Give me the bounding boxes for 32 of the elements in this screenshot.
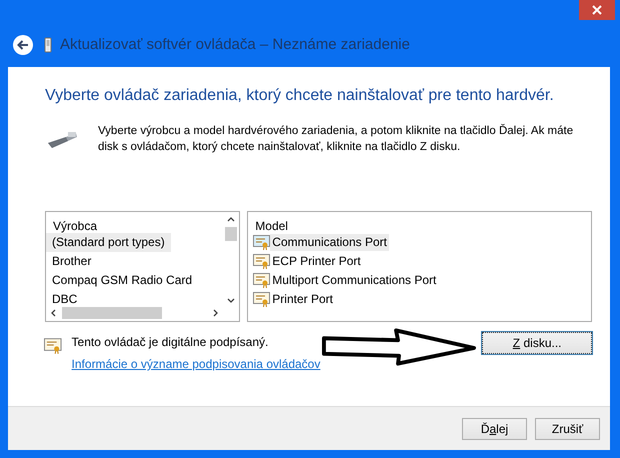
scrollbar-thumb[interactable] [225,227,238,241]
have-disk-button[interactable]: Z disku... [482,332,592,354]
model-list[interactable]: Model Communications Port ECP Printer Port Multiport Communications Port Printer Port [247,211,592,322]
manufacturer-item[interactable]: DBC [46,290,84,305]
signing-info-link[interactable]: Informácie o význame podpisovania ovládačov [72,357,320,371]
connector-icon [46,129,78,149]
certificate-icon [44,338,62,354]
model-item[interactable]: Multiport Communications Port [270,272,438,289]
model-item[interactable]: ECP Printer Port [270,253,363,270]
manufacturer-item[interactable]: Compaq GSM Radio Card [46,271,198,290]
back-button[interactable] [12,34,34,56]
manufacturer-list[interactable]: Výrobca (Standard port types) Brother Compaq GSM Radio Card DBC [45,211,240,322]
window-title: Aktualizovať softvér ovládača – Neznáme zariadenie [60,36,410,53]
manufacturer-item[interactable]: Brother [46,252,98,271]
signature-status-text: Tento ovládač je digitálne podpísaný. [72,335,270,349]
scrollbar-thumb[interactable] [62,307,162,319]
certificate-icon [253,235,270,250]
model-item[interactable]: Communications Port [270,234,389,251]
cancel-button[interactable]: Zrušiť [535,418,600,440]
close-icon [592,5,602,15]
device-icon [44,36,52,52]
column-header: Model [254,218,289,233]
model-item[interactable]: Printer Port [270,291,335,308]
certificate-icon [253,273,270,288]
next-button[interactable]: Ďalej [462,418,527,440]
close-button[interactable] [579,0,615,20]
column-header: Výrobca [52,218,98,233]
manufacturer-item[interactable]: (Standard port types) [46,233,171,252]
page-heading: Vyberte ovládač zariadenia, ktorý chcete nainštalovať pre tento hardvér. [45,87,555,105]
certificate-icon [253,254,270,269]
instruction-text: Vyberte výrobcu a model hardvérového zariadenia, a potom kliknite na tlačidlo Ďalej. Ak máte disk s ovládačom, ktorý chcete nainštalovať, kliknite na tlačidlo Z disku. [98,123,574,155]
certificate-icon [253,292,270,307]
